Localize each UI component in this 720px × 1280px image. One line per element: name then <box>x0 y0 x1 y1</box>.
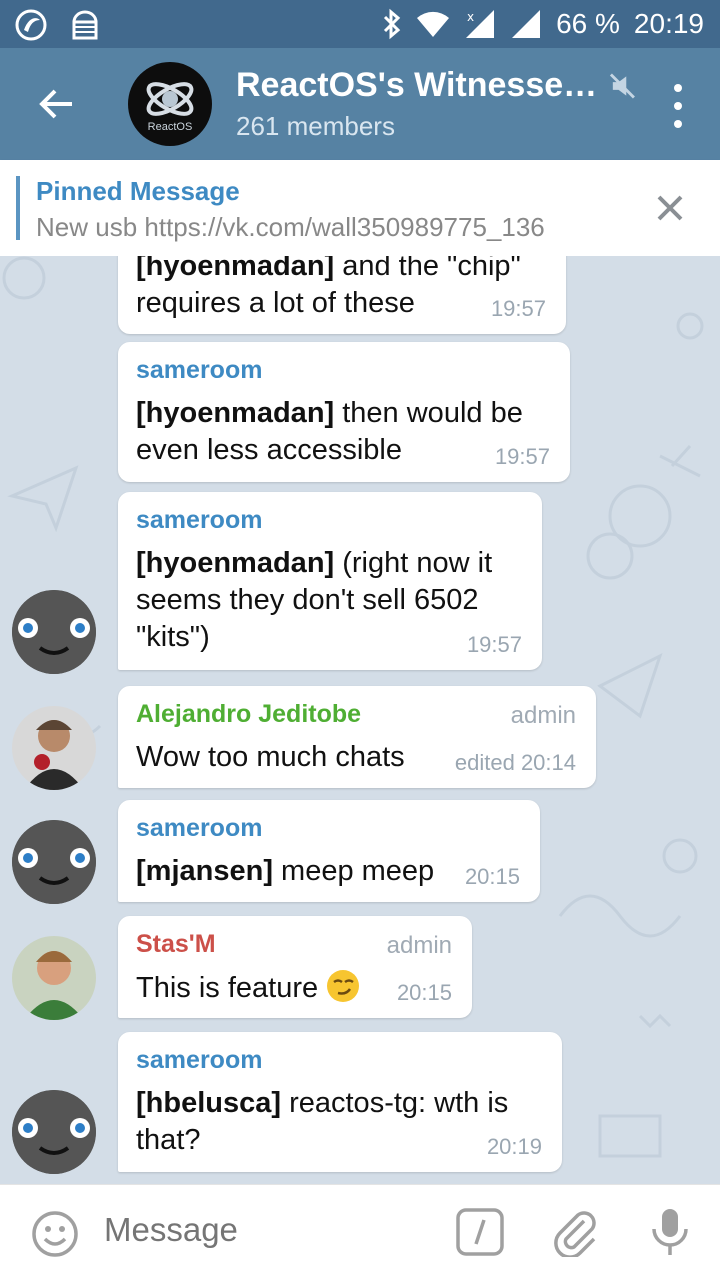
bluetooth-icon <box>384 8 401 40</box>
message-time: 19:57 <box>490 296 546 321</box>
robot-face-icon <box>12 590 96 674</box>
message-bubble[interactable]: Stas'M admin This is feature 20:15 <box>118 916 472 1018</box>
microphone-icon[interactable] <box>645 1205 695 1259</box>
avatar[interactable] <box>12 936 96 1020</box>
message-author-tag: [hyoenmadan] <box>136 547 335 579</box>
message-bubble[interactable]: [hyoenmadan] and the "chip" requires a l… <box>118 256 566 334</box>
reactos-logo-icon <box>146 82 194 116</box>
more-options-button[interactable] <box>666 84 690 128</box>
back-button[interactable] <box>30 78 82 130</box>
message-sender[interactable]: sameroom <box>136 356 550 385</box>
message-body: This is feature <box>136 972 327 1004</box>
message-bubble[interactable]: sameroom [hbelusca] reactos-tg: wth is t… <box>118 1032 562 1172</box>
pinned-message-bar[interactable]: Pinned Message New usb https://vk.com/wa… <box>0 160 720 256</box>
more-dot <box>674 120 682 128</box>
pinned-text: New usb https://vk.com/wall350989775_136 <box>36 212 545 242</box>
admin-badge: admin <box>386 932 452 959</box>
bot-command-icon[interactable] <box>455 1207 505 1257</box>
message-author-tag: [hbelusca] <box>136 1087 282 1119</box>
message-text: [hbelusca] reactos-tg: wth is that? <box>136 1085 542 1159</box>
avatar[interactable] <box>12 590 96 674</box>
message-time: 20:15 <box>464 864 520 889</box>
user-photo-icon <box>12 706 96 790</box>
admin-badge: admin <box>510 702 576 729</box>
svg-text:x: x <box>467 10 474 24</box>
message-time: 19:57 <box>466 632 522 657</box>
avatar[interactable] <box>12 706 96 790</box>
attach-icon[interactable] <box>550 1207 600 1257</box>
group-avatar-label: ReactOS <box>147 121 193 133</box>
message-text: [hyoenmadan] (right now it seems they do… <box>136 545 522 656</box>
status-bar: x 66 % 20:19 <box>0 0 720 48</box>
message-list[interactable]: [hyoenmadan] and the "chip" requires a l… <box>0 256 720 1184</box>
smirk-emoji-icon <box>327 970 360 1002</box>
chat-title-area[interactable]: ReactOS's Witnesse… 261 members <box>236 66 636 142</box>
message-body: meep meep <box>272 855 435 887</box>
message-time: 19:57 <box>494 444 550 469</box>
pinned-accent-line <box>16 176 20 240</box>
message-time: edited 20:14 <box>454 750 576 775</box>
message-bubble[interactable]: sameroom [hyoenmadan] (right now it seem… <box>118 492 542 670</box>
emoji-icon[interactable] <box>30 1209 80 1259</box>
group-avatar[interactable]: ReactOS <box>128 62 212 146</box>
message-bubble[interactable]: sameroom [hyoenmadan] then would be even… <box>118 342 570 482</box>
message-bubble[interactable]: Alejandro Jeditobe admin Wow too much ch… <box>118 686 596 788</box>
message-text: [hyoenmadan] then would be even less acc… <box>136 395 550 469</box>
message-sender[interactable]: sameroom <box>136 506 522 535</box>
clock: 20:19 <box>633 8 704 39</box>
message-author-tag: [hyoenmadan] <box>136 397 335 429</box>
reactos-notification-icon <box>15 9 47 41</box>
robot-face-icon <box>12 820 96 904</box>
battery-level: 66 % <box>556 8 620 39</box>
avatar[interactable] <box>12 1090 96 1174</box>
wifi-icon <box>417 11 450 38</box>
chat-title-row: ReactOS's Witnesse… <box>236 66 636 105</box>
close-icon[interactable] <box>652 190 688 226</box>
more-dot <box>674 84 682 92</box>
message-sender[interactable]: sameroom <box>136 1046 542 1075</box>
muted-icon <box>610 72 636 99</box>
avatar[interactable] <box>12 820 96 904</box>
arrow-back-icon <box>39 89 72 119</box>
message-author-tag: [hyoenmadan] <box>136 256 335 282</box>
message-sender[interactable]: sameroom <box>136 814 520 843</box>
chat-title: ReactOS's Witnesse… <box>236 66 598 104</box>
message-input[interactable] <box>104 1211 424 1249</box>
robot-face-icon <box>12 1090 96 1174</box>
message-bubble[interactable]: sameroom [mjansen] meep meep 20:15 <box>118 800 540 902</box>
pinned-title: Pinned Message <box>36 176 240 206</box>
more-dot <box>674 102 682 110</box>
member-count: 261 members <box>236 111 395 141</box>
message-composer <box>0 1184 720 1280</box>
message-text: [hyoenmadan] and the "chip" requires a l… <box>136 256 546 322</box>
message-time: 20:15 <box>396 980 452 1005</box>
android-debug-icon <box>72 10 98 40</box>
message-time: 20:19 <box>486 1134 542 1159</box>
message-text: [mjansen] meep meep <box>136 853 520 890</box>
message-author-tag: [mjansen] <box>136 855 273 887</box>
user-photo-icon <box>12 936 96 1020</box>
signal-strength-icon <box>512 10 541 38</box>
mobile-signal-icon: x <box>466 10 495 38</box>
chat-header: ReactOS ReactOS's Witnesse… 261 members <box>0 48 720 160</box>
